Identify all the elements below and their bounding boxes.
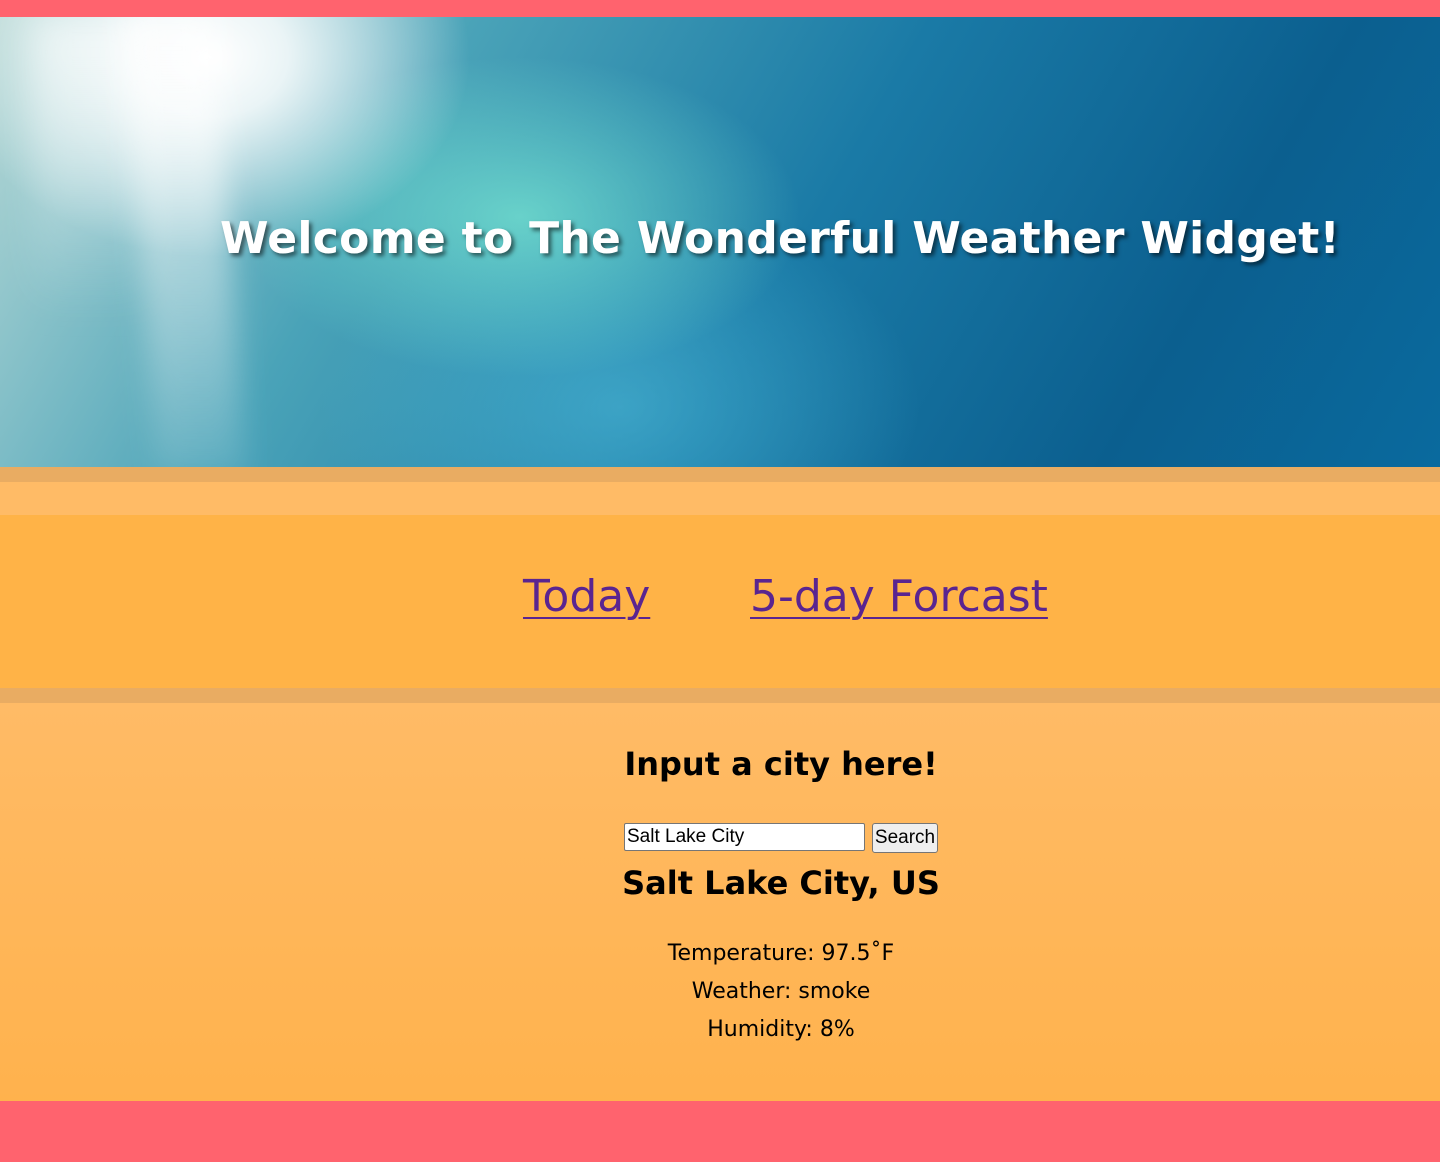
search-button[interactable]: Search bbox=[872, 823, 938, 853]
weather-condition-text: Weather: smoke bbox=[691, 979, 871, 1004]
city-name-heading: Salt Lake City, US bbox=[622, 864, 940, 902]
weather-panel: Input a city here! Search Salt Lake City… bbox=[0, 703, 1440, 1101]
divider-band bbox=[0, 467, 1440, 482]
city-prompt-heading: Input a city here! bbox=[624, 745, 938, 783]
page-title: Welcome to The Wonderful Weather Widget! bbox=[220, 213, 1340, 264]
hero-banner: Welcome to The Wonderful Weather Widget! bbox=[0, 17, 1440, 467]
divider-band bbox=[0, 688, 1440, 703]
top-accent-strip bbox=[0, 0, 1440, 17]
divider-band bbox=[0, 482, 1440, 515]
temperature-text: Temperature: 97.5˚F bbox=[667, 941, 895, 966]
humidity-text: Humidity: 8% bbox=[707, 1017, 855, 1042]
nav-link-today[interactable]: Today bbox=[523, 571, 650, 622]
nav-link-5-day-forecast[interactable]: 5-day Forcast bbox=[750, 571, 1048, 622]
footer-bar bbox=[0, 1101, 1440, 1162]
city-search-input[interactable] bbox=[624, 823, 865, 851]
main-nav: Today 5-day Forcast bbox=[0, 515, 1440, 688]
